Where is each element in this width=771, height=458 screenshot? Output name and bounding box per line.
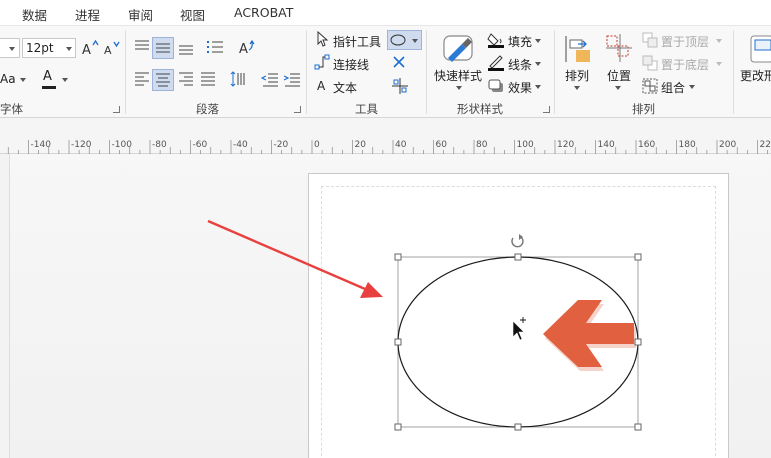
handle-bottom[interactable] xyxy=(514,423,522,431)
handle-left[interactable] xyxy=(394,338,402,346)
handle-top-left[interactable] xyxy=(394,253,402,261)
handle-bottom-left[interactable] xyxy=(394,423,402,431)
handle-top[interactable] xyxy=(514,253,522,261)
left-arrow-shape[interactable] xyxy=(543,300,636,371)
mouse-cursor-icon xyxy=(512,317,526,341)
handle-top-right[interactable] xyxy=(634,253,642,261)
drawing-overlay xyxy=(207,219,642,431)
annotation-arrow xyxy=(207,219,383,298)
handle-bottom-right[interactable] xyxy=(634,423,642,431)
rotation-handle-icon[interactable] xyxy=(511,234,524,248)
handle-right[interactable] xyxy=(634,338,642,346)
